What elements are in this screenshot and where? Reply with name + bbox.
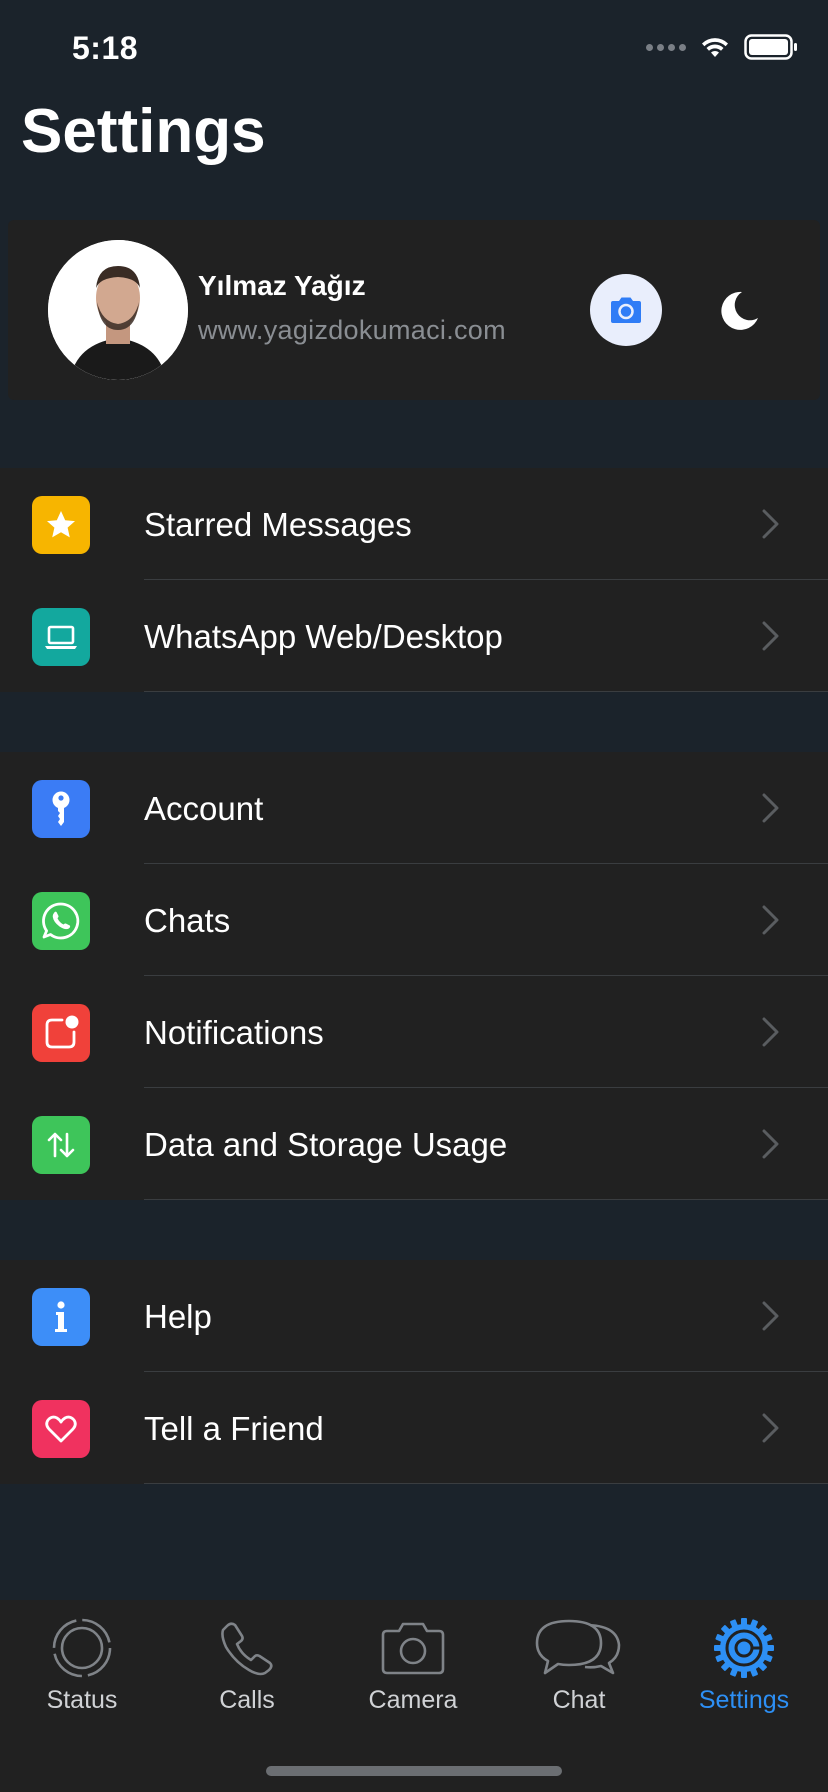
row-label: Notifications	[144, 1014, 324, 1051]
tab-calls[interactable]: Calls	[177, 1616, 317, 1715]
chevron-right-icon	[762, 1129, 779, 1159]
chevron-right-icon	[762, 1301, 779, 1331]
heart-icon	[32, 1400, 90, 1458]
status-icon	[52, 1618, 112, 1678]
avatar-photo	[48, 240, 188, 380]
tab-label: Calls	[219, 1686, 275, 1714]
tab-status[interactable]: Status	[12, 1616, 152, 1715]
settings-group-1: Starred Messages WhatsApp Web/Desktop	[0, 468, 828, 692]
phone-icon	[221, 1622, 273, 1676]
row-label: Tell a Friend	[144, 1410, 324, 1447]
camera-icon	[381, 1622, 445, 1675]
status-time: 5:18	[72, 30, 139, 66]
tab-chat[interactable]: Chat	[509, 1616, 649, 1715]
cellular-signal-icon	[646, 43, 686, 51]
tab-label: Camera	[368, 1686, 458, 1714]
change-photo-button[interactable]	[590, 274, 662, 346]
row-starred-messages[interactable]: Starred Messages	[0, 468, 828, 580]
row-label: Starred Messages	[144, 506, 412, 543]
row-help[interactable]: Help	[0, 1260, 828, 1372]
star-icon	[32, 496, 90, 554]
profile-url: www.yagizdokumaci.com	[198, 315, 506, 345]
battery-icon	[744, 34, 797, 60]
row-label: Data and Storage Usage	[144, 1126, 508, 1163]
home-indicator	[266, 1766, 562, 1776]
divider	[144, 690, 828, 692]
chevron-right-icon	[762, 509, 779, 539]
tab-label: Settings	[698, 1686, 790, 1714]
tab-label: Status	[46, 1686, 118, 1714]
notification-icon	[32, 1004, 90, 1062]
profile-card[interactable]: Yılmaz Yağız www.yagizdokumaci.com	[8, 220, 820, 400]
divider	[144, 1482, 828, 1484]
profile-name: Yılmaz Yağız	[198, 270, 366, 301]
row-label: Help	[144, 1298, 212, 1335]
chat-bubbles-icon	[535, 1619, 621, 1675]
chevron-right-icon	[762, 793, 779, 823]
row-label: WhatsApp Web/Desktop	[144, 618, 503, 655]
tab-camera[interactable]: Camera	[343, 1616, 483, 1715]
dark-mode-toggle[interactable]	[714, 286, 762, 334]
divider	[144, 1198, 828, 1200]
status-bar: 5:18	[0, 0, 828, 100]
page-title: Settings	[21, 97, 266, 166]
whatsapp-icon	[32, 892, 90, 950]
chevron-right-icon	[762, 621, 779, 651]
row-chats[interactable]: Chats	[0, 864, 828, 976]
info-icon	[32, 1288, 90, 1346]
tab-settings[interactable]: Settings	[674, 1616, 814, 1715]
tab-bar: Status Calls Camera Chat Settings	[0, 1600, 828, 1792]
row-whatsapp-web[interactable]: WhatsApp Web/Desktop	[0, 580, 828, 692]
camera-icon	[611, 297, 641, 323]
row-label: Chats	[144, 902, 231, 939]
wifi-icon	[702, 38, 728, 57]
moon-icon	[721, 291, 758, 330]
laptop-icon	[32, 608, 90, 666]
settings-group-3: Help Tell a Friend	[0, 1260, 828, 1484]
chevron-right-icon	[762, 905, 779, 935]
chevron-right-icon	[762, 1017, 779, 1047]
row-account[interactable]: Account	[0, 752, 828, 864]
row-tell-a-friend[interactable]: Tell a Friend	[0, 1372, 828, 1484]
arrows-updown-icon	[32, 1116, 90, 1174]
row-notifications[interactable]: Notifications	[0, 976, 828, 1088]
gear-icon	[714, 1618, 774, 1678]
avatar[interactable]	[48, 240, 188, 380]
status-indicators	[646, 34, 798, 60]
tab-label: Chat	[552, 1686, 606, 1714]
settings-group-2: Account Chats Notifications Data and Sto…	[0, 752, 828, 1200]
chevron-right-icon	[762, 1413, 779, 1443]
row-data-storage[interactable]: Data and Storage Usage	[0, 1088, 828, 1200]
key-icon	[32, 780, 90, 838]
row-label: Account	[144, 790, 264, 827]
